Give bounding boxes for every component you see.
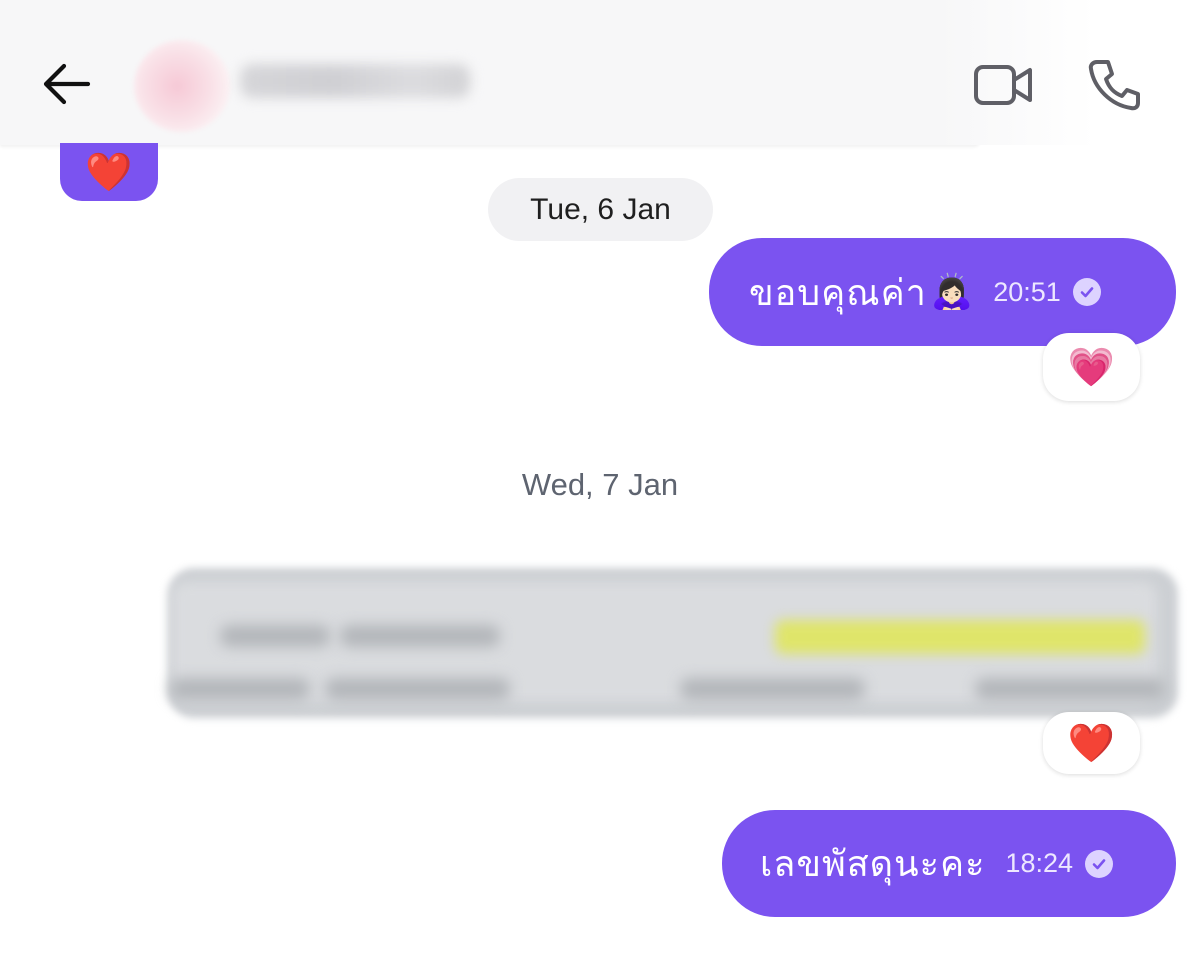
blurred-highlighted-text — [775, 620, 1145, 654]
contact-avatar[interactable] — [134, 40, 230, 132]
header-actions — [940, 0, 1200, 145]
back-button[interactable] — [38, 58, 94, 110]
previous-message-reaction[interactable]: ❤️ — [60, 143, 158, 201]
blurred-attachment-message[interactable] — [150, 560, 1200, 730]
message-text: เลขพัสดุนะคะ — [760, 844, 986, 885]
blurred-text-line — [220, 625, 330, 647]
read-check-icon — [1085, 849, 1113, 878]
bowing-person-emoji-icon: 🙇🏻‍♀️ — [930, 272, 974, 312]
outgoing-message[interactable]: ขอบคุณค่า 🙇🏻‍♀️ 20:51 — [709, 238, 1176, 346]
read-check-icon — [1072, 278, 1101, 306]
message-time: 20:51 — [993, 276, 1061, 307]
message-reaction[interactable]: ❤️ — [1043, 712, 1140, 774]
date-separator: Tue, 6 Jan — [488, 178, 713, 241]
outgoing-message[interactable]: เลขพัสดุนะคะ 18:24 — [722, 810, 1176, 917]
message-text: ขอบคุณค่า — [749, 272, 927, 314]
message-reaction[interactable]: 💗 — [1043, 333, 1140, 401]
message-time: 18:24 — [1005, 848, 1073, 878]
blurred-text-line — [975, 678, 1165, 700]
contact-name-blurred[interactable] — [240, 64, 470, 98]
pink-heart-reaction-icon: 💗 — [1067, 345, 1116, 389]
video-camera-icon — [974, 65, 1032, 105]
voice-call-button[interactable] — [1086, 58, 1142, 112]
date-separator: Wed, 7 Jan — [521, 467, 679, 502]
video-call-button[interactable] — [972, 62, 1036, 108]
red-heart-reaction-icon: ❤️ — [1067, 721, 1116, 765]
blurred-text-line — [680, 678, 865, 700]
chat-header — [0, 0, 980, 145]
phone-icon — [1088, 60, 1140, 111]
blurred-text-line — [340, 625, 500, 647]
red-heart-reaction-icon: ❤️ — [85, 150, 133, 194]
arrow-left-icon — [43, 63, 91, 105]
blurred-text-line — [170, 678, 310, 700]
blurred-text-line — [325, 678, 510, 700]
